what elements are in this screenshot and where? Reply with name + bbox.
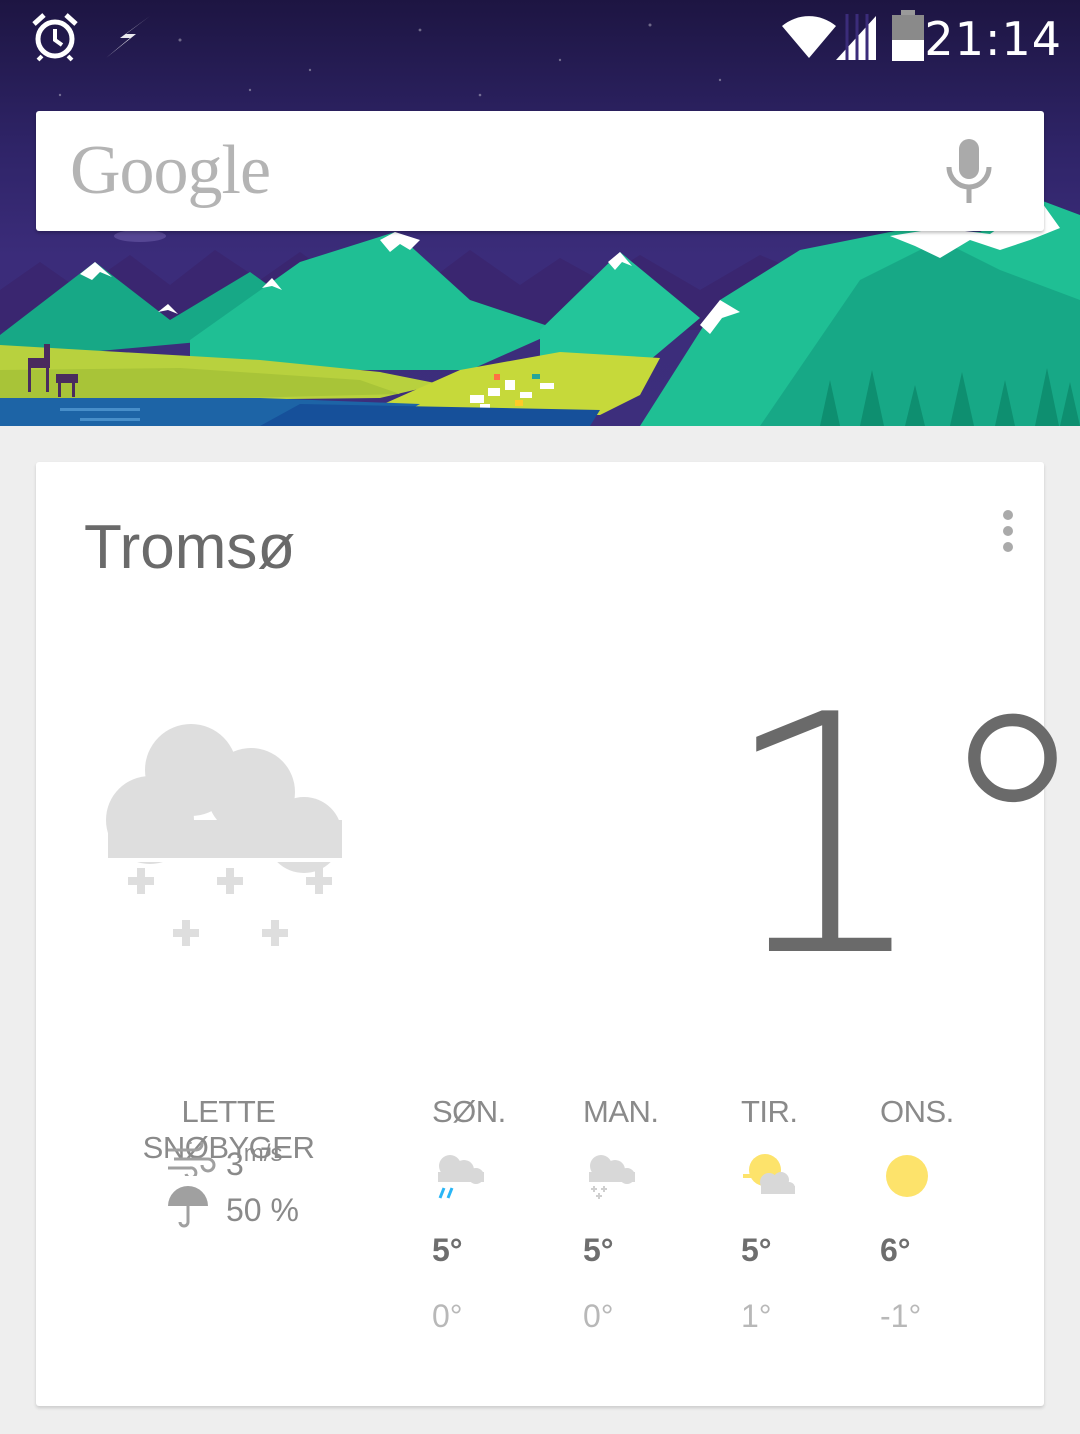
status-bar: 21:14 bbox=[0, 0, 1080, 78]
day-label: TIR. bbox=[741, 1094, 798, 1129]
voice-search-button[interactable] bbox=[934, 135, 1004, 211]
day-high: 5° bbox=[432, 1232, 463, 1268]
battery-icon bbox=[892, 10, 924, 61]
cloud-rain-icon bbox=[438, 1155, 484, 1199]
wind-speed: 3 bbox=[226, 1146, 244, 1182]
day-low: 0° bbox=[583, 1298, 614, 1334]
partly-sunny-icon bbox=[743, 1154, 795, 1194]
current-temperature: 1° bbox=[720, 645, 1080, 1029]
day-label: SØN. bbox=[432, 1094, 506, 1129]
umbrella-icon bbox=[168, 1186, 208, 1228]
search-bar[interactable]: Google bbox=[36, 111, 1044, 231]
day-low: 1° bbox=[741, 1298, 772, 1334]
cloud-snow-small-icon bbox=[589, 1155, 635, 1199]
google-logo: Google bbox=[70, 132, 271, 209]
day-low: -1° bbox=[880, 1298, 922, 1334]
alarm-icon bbox=[32, 13, 78, 62]
mic-icon bbox=[946, 139, 992, 203]
day-high: 5° bbox=[583, 1232, 614, 1268]
sun-icon bbox=[886, 1155, 928, 1197]
forecast-day: SØN. 5° 0° bbox=[432, 1094, 552, 1334]
forecast-day: MAN. 5° 0° bbox=[583, 1094, 703, 1334]
wifi-icon bbox=[782, 16, 836, 58]
day-high: 5° bbox=[741, 1232, 772, 1268]
city-name: Tromsø bbox=[84, 513, 296, 582]
forecast-day: TIR. 5° 1° bbox=[741, 1094, 861, 1334]
cloud-snow-icon bbox=[106, 724, 342, 946]
day-label: MAN. bbox=[583, 1094, 659, 1129]
signal-icon bbox=[836, 14, 876, 60]
overflow-menu-button[interactable] bbox=[996, 510, 1020, 558]
precipitation-chance: 50 % bbox=[226, 1192, 299, 1228]
wind-unit: m/s bbox=[243, 1140, 283, 1167]
flash-icon bbox=[106, 16, 150, 58]
day-high: 6° bbox=[880, 1232, 911, 1268]
weather-card[interactable]: Tromsø 1° LETTE SNØBYGER 3m/s 50 % SØN. … bbox=[36, 462, 1080, 1406]
day-low: 0° bbox=[432, 1298, 463, 1334]
status-clock: 21:14 bbox=[924, 12, 1062, 66]
forecast-day: ONS. 6° -1° bbox=[880, 1094, 1000, 1334]
day-label: ONS. bbox=[880, 1094, 954, 1129]
wind-icon bbox=[168, 1142, 216, 1176]
